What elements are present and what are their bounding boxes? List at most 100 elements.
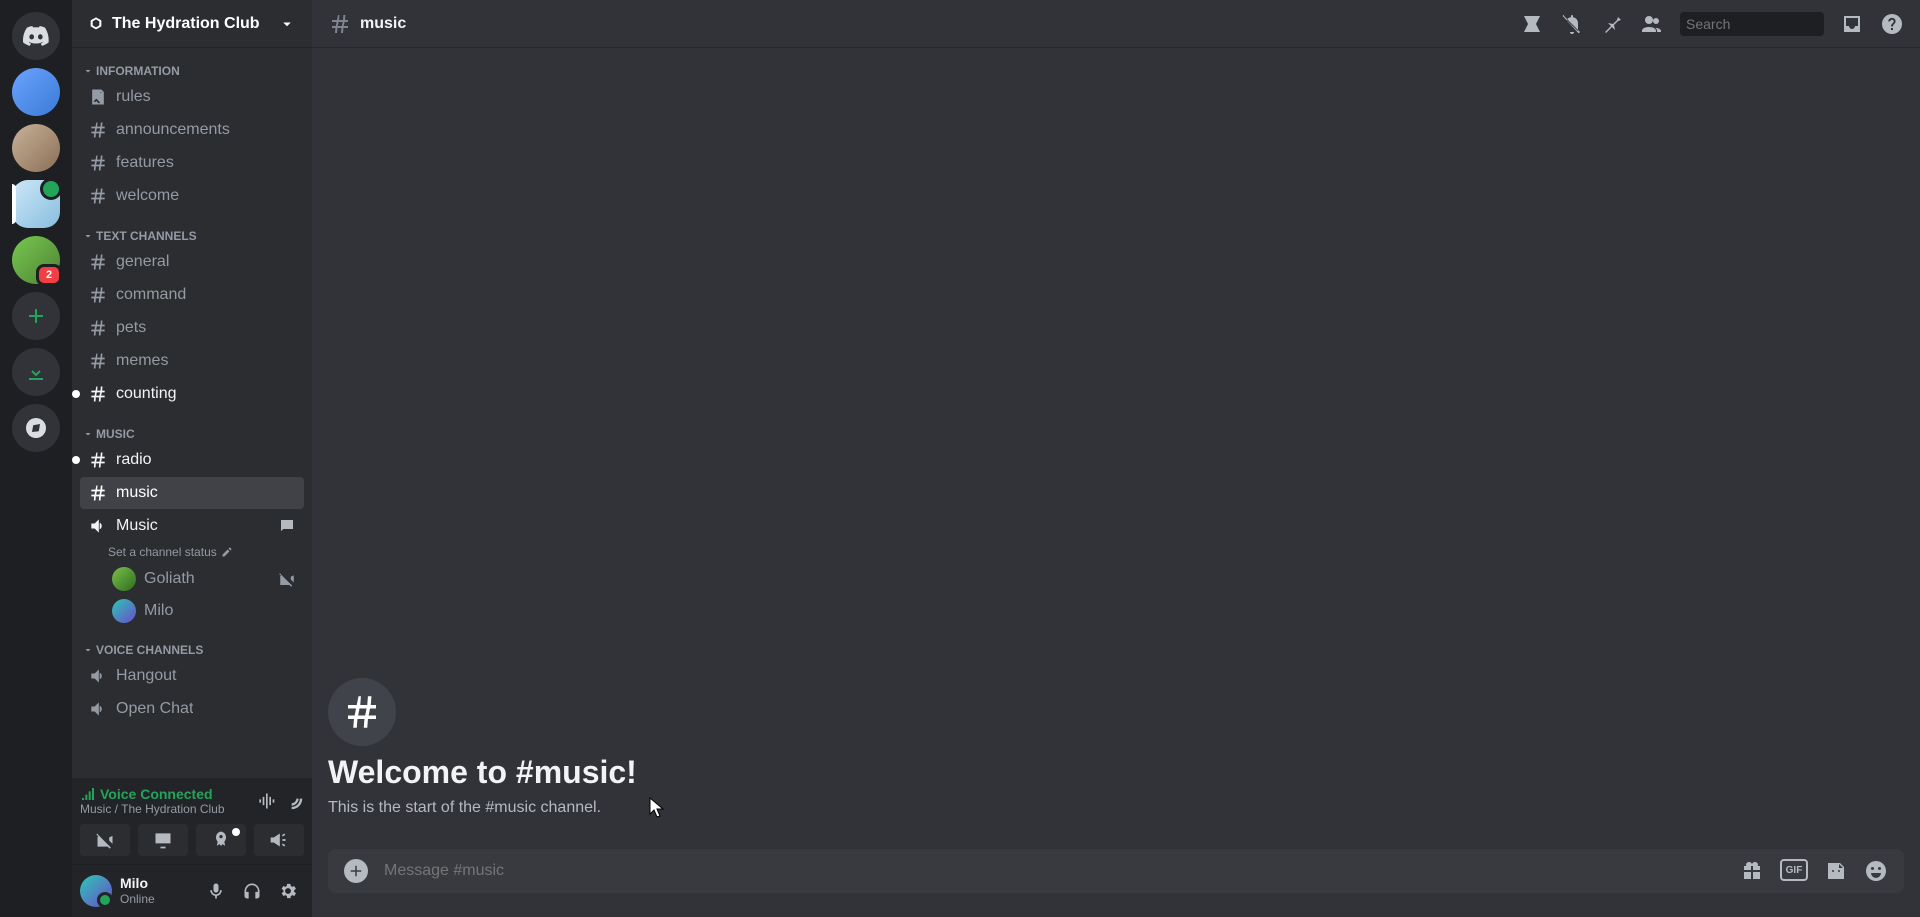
search-box[interactable] <box>1680 12 1824 36</box>
horn-icon <box>269 830 289 850</box>
add-server-button[interactable] <box>12 292 60 340</box>
server-icon-active[interactable] <box>12 180 60 228</box>
channel-announcements[interactable]: announcements <box>80 114 304 146</box>
threads-button[interactable] <box>1520 12 1544 36</box>
camera-off-icon <box>95 830 115 850</box>
hash-icon <box>328 12 352 36</box>
channels-scroll[interactable]: Information rules announcements features… <box>72 48 312 778</box>
category-label: Voice Channels <box>96 643 203 657</box>
voice-channel-status[interactable]: Set a channel status <box>80 543 304 563</box>
user-avatar[interactable] <box>80 875 112 907</box>
user-info[interactable]: Milo Online <box>120 875 192 906</box>
server-icon[interactable] <box>12 236 60 284</box>
noise-suppression-button[interactable] <box>256 791 276 811</box>
headphones-icon <box>242 881 262 901</box>
mute-button[interactable] <box>200 875 232 907</box>
emoji-button[interactable] <box>1864 859 1888 883</box>
pinned-messages-button[interactable] <box>1600 12 1624 36</box>
server-icon[interactable] <box>12 124 60 172</box>
avatar <box>112 599 136 623</box>
microphone-icon <box>206 881 226 901</box>
category-label: Text Channels <box>96 229 197 243</box>
voice-user-name: Goliath <box>144 570 195 588</box>
channel-label: radio <box>116 451 152 469</box>
channel-rules[interactable]: rules <box>80 81 304 113</box>
hash-icon <box>341 691 383 733</box>
voice-user-milo[interactable]: Milo <box>80 595 304 627</box>
channel-counting[interactable]: counting <box>80 378 304 410</box>
pin-icon <box>1600 12 1624 36</box>
server-icon[interactable] <box>12 68 60 116</box>
notifications-button[interactable] <box>1560 12 1584 36</box>
explore-servers-button[interactable] <box>12 404 60 452</box>
channel-features[interactable]: features <box>80 147 304 179</box>
activity-button[interactable] <box>196 824 246 856</box>
voice-location[interactable]: Music / The Hydration Club <box>80 802 225 816</box>
channel-label: music <box>116 484 158 502</box>
camera-off-icon <box>278 570 296 588</box>
server-header[interactable]: The Hydration Club <box>72 0 312 48</box>
voice-channel-open-chat[interactable]: Open Chat <box>80 693 304 725</box>
help-button[interactable] <box>1880 12 1904 36</box>
server-name: The Hydration Club <box>112 15 260 33</box>
gif-button[interactable]: GIF <box>1780 859 1808 881</box>
download-icon <box>24 360 48 384</box>
category-voice-channels[interactable]: Voice Channels <box>80 627 304 659</box>
messages-area[interactable]: Welcome to #music! This is the start of … <box>312 48 1920 849</box>
soundboard-button[interactable] <box>254 824 304 856</box>
home-button[interactable] <box>12 12 60 60</box>
threads-icon <box>1520 12 1544 36</box>
plus-icon <box>347 862 365 880</box>
rules-icon <box>88 87 108 107</box>
speaker-icon <box>88 699 108 719</box>
channel-general[interactable]: general <box>80 246 304 278</box>
channel-command[interactable]: command <box>80 279 304 311</box>
channel-label: welcome <box>116 187 179 205</box>
signal-icon <box>80 786 96 802</box>
member-list-button[interactable] <box>1640 12 1664 36</box>
gift-button[interactable] <box>1740 859 1764 883</box>
pencil-icon <box>221 546 233 558</box>
voice-user-goliath[interactable]: Goliath <box>80 563 304 595</box>
screen-share-icon <box>153 830 173 850</box>
message-input[interactable] <box>384 862 1724 880</box>
channel-label: memes <box>116 352 168 370</box>
welcome-block: Welcome to #music! This is the start of … <box>328 678 1904 817</box>
voice-channel-music[interactable]: Music <box>80 510 304 542</box>
channel-pets[interactable]: pets <box>80 312 304 344</box>
activity-dot <box>232 828 240 836</box>
user-settings-button[interactable] <box>272 875 304 907</box>
channel-memes[interactable]: memes <box>80 345 304 377</box>
emoji-icon <box>1864 859 1888 883</box>
camera-button[interactable] <box>80 824 130 856</box>
sticker-button[interactable] <box>1824 859 1848 883</box>
hash-icon <box>88 285 108 305</box>
screen-share-button[interactable] <box>138 824 188 856</box>
voice-status-prompt: Set a channel status <box>108 545 217 559</box>
chat-icon[interactable] <box>278 517 296 535</box>
channel-music[interactable]: music <box>80 477 304 509</box>
channel-label: general <box>116 253 169 271</box>
bell-off-icon <box>1560 12 1584 36</box>
upload-button[interactable] <box>344 859 368 883</box>
main-content: music <box>312 0 1920 917</box>
channel-welcome[interactable]: welcome <box>80 180 304 212</box>
discord-logo-icon <box>22 26 50 46</box>
channel-radio[interactable]: radio <box>80 444 304 476</box>
hash-icon <box>88 351 108 371</box>
hash-icon <box>88 450 108 470</box>
help-icon <box>1880 12 1904 36</box>
disconnect-button[interactable] <box>284 791 304 811</box>
hash-icon <box>88 252 108 272</box>
download-apps-button[interactable] <box>12 348 60 396</box>
category-text-channels[interactable]: Text Channels <box>80 213 304 245</box>
voice-connected-status[interactable]: Voice Connected <box>80 786 225 802</box>
inbox-button[interactable] <box>1840 12 1864 36</box>
rocket-icon <box>211 830 231 850</box>
category-information[interactable]: Information <box>80 48 304 80</box>
voice-channel-hangout[interactable]: Hangout <box>80 660 304 692</box>
channel-label: Music <box>116 517 158 535</box>
deafen-button[interactable] <box>236 875 268 907</box>
category-music[interactable]: Music <box>80 411 304 443</box>
channel-label: Open Chat <box>116 700 193 718</box>
